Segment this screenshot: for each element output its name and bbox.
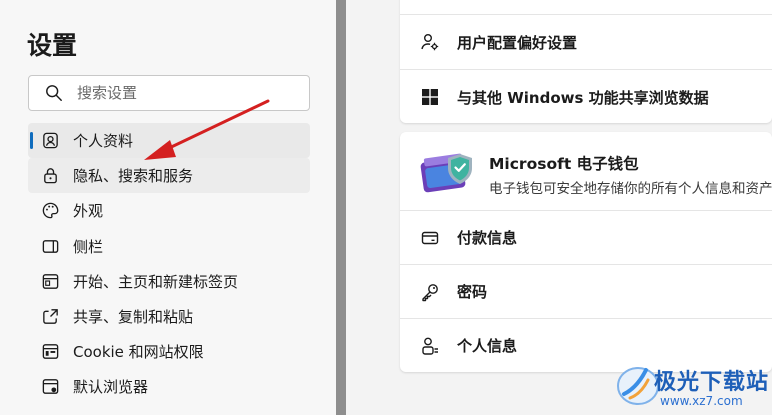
watermark-name: 极光下载站: [654, 370, 770, 395]
user-settings-icon: [421, 34, 439, 51]
sidebar-item-privacy[interactable]: 隐私、搜索和服务: [28, 158, 310, 194]
sidebar-icon: [42, 239, 59, 253]
windows-icon: [422, 89, 438, 105]
row-payment-info[interactable]: 付款信息: [400, 211, 772, 264]
search-box[interactable]: [28, 75, 310, 111]
person-info-icon: [422, 337, 438, 355]
profile-settings-card: 用户配置偏好设置 与其他 Windows 功能共享浏览数据: [400, 0, 772, 123]
wallet-card: Microsoft 电子钱包 电子钱包可安全地存储你的所有个人信息和资产 付款信…: [400, 132, 772, 372]
profile-icon: [43, 132, 58, 149]
sidebar-item-label: 侧栏: [73, 237, 104, 256]
home-icon: [42, 273, 59, 289]
sidebar-item-label: Cookie 和网站权限: [73, 343, 204, 362]
row-label: 与其他 Windows 功能共享浏览数据: [457, 88, 709, 107]
sidebar-item-label: 共享、复制和粘贴: [73, 308, 194, 327]
row-label: 密码: [457, 283, 488, 301]
wallet-title: Microsoft 电子钱包: [489, 155, 639, 173]
settings-content: 用户配置偏好设置 与其他 Windows 功能共享浏览数据 Microsoft …: [346, 0, 772, 415]
settings-sidebar: 设置 个人资料 隐私、搜索和服务: [0, 0, 336, 415]
row-label: 个人信息: [457, 337, 518, 355]
sidebar-item-label: 默认浏览器: [73, 378, 149, 397]
search-icon: [46, 85, 62, 101]
sidebar-item-default-browser[interactable]: 默认浏览器: [28, 369, 310, 404]
sidebar-item-label: 隐私、搜索和服务: [73, 167, 194, 186]
sidebar-item-label: 外观: [73, 202, 104, 221]
lock-icon: [44, 168, 57, 184]
wallet-description: 电子钱包可安全地存储你的所有个人信息和资产: [489, 181, 772, 197]
palette-icon: [42, 203, 59, 219]
sidebar-item-profile[interactable]: 个人资料: [28, 123, 310, 159]
row-windows-share[interactable]: 与其他 Windows 功能共享浏览数据: [400, 70, 772, 123]
sidebar-item-start-home[interactable]: 开始、主页和新建标签页: [28, 264, 310, 299]
wallet-illustration: [420, 153, 472, 193]
sidebar-item-cookies[interactable]: Cookie 和网站权限: [28, 334, 310, 369]
site-permissions-icon: [42, 344, 59, 359]
sidebar-item-share[interactable]: 共享、复制和粘贴: [28, 299, 310, 334]
settings-nav: 个人资料 隐私、搜索和服务 外观 侧栏 开始、主页和新建标签页 共享、复制和粘贴…: [28, 123, 310, 405]
card-icon: [421, 231, 439, 245]
sidebar-item-label: 开始、主页和新建标签页: [73, 272, 239, 291]
page-title: 设置: [27, 31, 78, 60]
share-icon: [43, 309, 58, 324]
key-icon: [422, 284, 438, 302]
sidebar-item-sidebar[interactable]: 侧栏: [28, 229, 310, 264]
browser-icon: [42, 379, 59, 395]
watermark-url: www.xz7.com: [660, 394, 743, 408]
row-label: 付款信息: [457, 229, 518, 247]
sidebar-item-label: 个人资料: [73, 132, 134, 151]
search-input[interactable]: [77, 84, 277, 102]
sidebar-item-appearance[interactable]: 外观: [28, 193, 310, 228]
row-user-preferences[interactable]: 用户配置偏好设置: [400, 15, 772, 69]
row-passwords[interactable]: 密码: [400, 265, 772, 318]
pane-divider[interactable]: [336, 0, 346, 415]
active-indicator: [30, 132, 33, 149]
row-label: 用户配置偏好设置: [457, 33, 578, 52]
